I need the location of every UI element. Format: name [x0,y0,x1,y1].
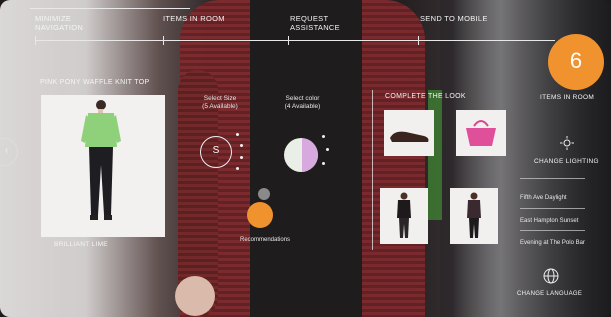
send-to-mobile-button[interactable]: SEND TO MOBILE [420,14,488,23]
color-swatch-pink [302,138,318,172]
selected-size: S [212,145,220,156]
recommendation-dot[interactable] [258,188,270,200]
model-figure-icon [81,100,121,220]
top-divider [30,8,190,9]
product-image[interactable] [41,95,165,237]
size-selector-button[interactable]: S [200,136,232,168]
complete-the-look-title: COMPLETE THE LOOK [385,93,466,100]
size-option-dot[interactable] [240,144,243,147]
smart-mirror-screen: MINIMIZE NAVIGATION ITEMS IN ROOM REQUES… [0,0,611,317]
color-swatch-selected[interactable] [284,138,318,172]
list-divider [520,230,585,231]
look-item-outfit-2[interactable] [450,188,498,244]
select-color-label: Select color [285,95,320,102]
lighting-option-2[interactable]: Evening at The Polo Bar [520,239,605,247]
size-option-dot[interactable] [236,167,239,170]
shoe-icon [390,131,429,142]
nav-tick [288,36,289,45]
outfit-figure-icon [467,192,481,238]
recommendations-orange-button[interactable] [247,202,273,228]
outfit-figure-icon [397,192,411,238]
globe-icon[interactable] [543,268,559,284]
lightbulb-icon[interactable] [560,136,574,150]
nav-tick [35,36,36,45]
look-item-shoe[interactable] [384,110,434,156]
lighting-option-0[interactable]: Fifth Ave Daylight [520,194,595,202]
nav-tick [163,36,164,45]
nav-tick [418,36,419,45]
lighting-option-1[interactable]: East Hampton Sunset [520,217,595,225]
color-option-dot[interactable] [322,135,325,138]
color-option-dot[interactable] [322,162,325,165]
change-lighting-button[interactable]: CHANGE LIGHTING [534,157,599,166]
chevron-left-icon: ‹ [5,145,9,156]
select-size-label: Select Size [203,95,237,102]
minimize-navigation-button[interactable]: MINIMIZE NAVIGATION [35,14,83,32]
size-option-dot[interactable] [240,156,243,159]
items-in-room-label: ITEMS IN ROOM [540,94,595,101]
colors-available-count: (4 Available) [284,103,321,110]
navigation-line [35,40,555,41]
items-in-room-count-badge[interactable]: 6 [548,34,604,90]
list-divider [520,208,585,209]
sizes-available-count: (5 Available) [202,103,238,110]
product-title: PINK PONY WAFFLE KNIT TOP [40,79,150,86]
look-item-bag[interactable] [456,110,506,156]
request-assistance-button[interactable]: REQUEST ASSISTANCE [290,14,340,32]
color-option-dot[interactable] [326,148,329,151]
size-option-dot[interactable] [236,133,239,136]
list-divider [520,178,585,179]
handbag-icon [466,120,496,146]
items-in-room-count: 6 [569,48,583,73]
look-item-outfit-1[interactable] [380,188,428,244]
recommendations-label: Recommendations [240,237,291,243]
product-color-name: BRILLIANT LIME [54,241,108,248]
section-divider [372,90,373,250]
items-in-room-nav-button[interactable]: ITEMS IN ROOM [163,14,225,23]
change-language-button[interactable]: CHANGE LANGUAGE [517,290,582,299]
